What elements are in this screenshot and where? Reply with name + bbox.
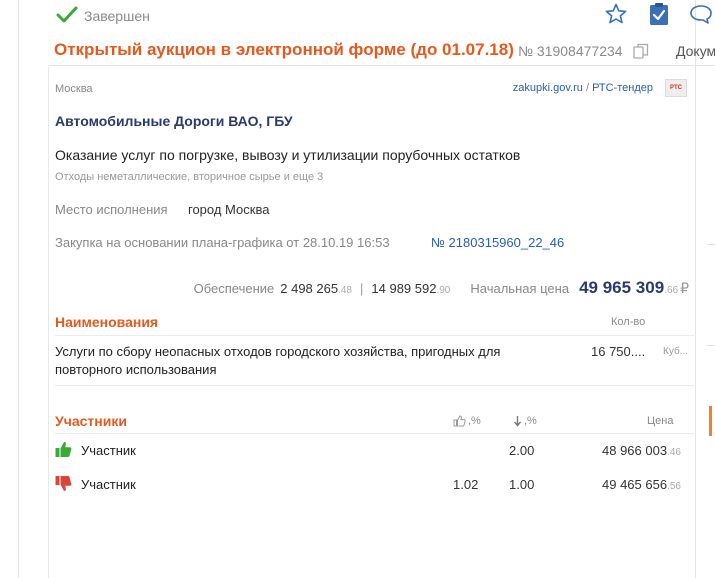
security-value: 2 498 265 [280, 281, 339, 296]
plan-label: Закупка на основании плана-графика от 28… [55, 235, 390, 250]
security-cents: .48 [338, 285, 352, 296]
scroll-indicator[interactable] [709, 406, 712, 436]
thumb-down-icon [55, 476, 72, 491]
star-icon[interactable] [605, 3, 627, 25]
participant-price: 48 966 003.46 [602, 443, 681, 458]
participant-price-int: 49 465 656 [602, 477, 668, 492]
purchase-subject: Оказание услуг по погрузке, вывозу и ути… [55, 147, 521, 163]
right-divider [695, 0, 696, 578]
section-divider [55, 335, 696, 336]
source-separator: / [582, 82, 593, 94]
clipboard-check-icon[interactable] [649, 2, 669, 26]
finance-row: Обеспечение 2 498 265.48 | 14 989 592.90… [194, 278, 689, 298]
down-column-unit: ,% [524, 415, 537, 427]
okpd-category: Отходы неметаллические, вторичное сырье … [55, 171, 324, 183]
plan-number-link[interactable]: № 2180315960_22_46 [431, 235, 564, 250]
participant-name: Участник [81, 443, 136, 458]
item-name: Услуги по сбору неопасных отходов городс… [55, 344, 501, 377]
participant-price-int: 48 966 003 [602, 443, 668, 458]
city-label: Москва [55, 83, 93, 95]
tender-card: Москва zakupki.gov.ru / РТС-тендер РТС А… [48, 67, 696, 578]
side-tick [707, 345, 715, 346]
participant-name: Участник [81, 477, 136, 492]
chat-icon[interactable] [689, 4, 713, 24]
source-links: zakupki.gov.ru / РТС-тендер [513, 82, 653, 94]
documents-link[interactable]: Докум [676, 43, 715, 59]
arrow-down-icon [513, 416, 522, 427]
security-label: Обеспечение [193, 281, 275, 296]
thumb-up-icon [55, 442, 72, 457]
tender-title[interactable]: Открытый аукцион в электронной форме (до… [54, 40, 514, 60]
customer-name[interactable]: Автомобильные Дороги ВАО, ГБУ [55, 113, 293, 129]
participant-like-value: 1.02 [453, 477, 479, 492]
start-price-label: Начальная цена [470, 281, 570, 296]
participant-down-value: 2.00 [509, 443, 535, 458]
copy-icon[interactable] [633, 43, 649, 59]
item-unit: Куб... [663, 346, 688, 357]
participants-header: Участники [55, 413, 127, 429]
currency-sign: ₽ [680, 280, 689, 296]
value-separator: | [360, 281, 364, 296]
price-column-header: Цена [647, 415, 674, 427]
tender-title-bar: Открытый аукцион в электронной форме (до… [48, 38, 715, 66]
start-price-cents: .66 [664, 285, 679, 296]
qty-column-header: Кол-во [611, 316, 646, 328]
check-icon [56, 6, 78, 23]
tender-number: № 31908477234 [518, 43, 623, 59]
place-value: город Москва [188, 202, 270, 217]
thumb-up-icon [453, 415, 466, 427]
contract-security-value: 14 989 592 [371, 281, 437, 296]
platform-logo: РТС [665, 79, 687, 97]
side-tick [707, 244, 715, 245]
left-divider [18, 0, 19, 578]
participant-down-value: 1.00 [509, 477, 535, 492]
section-divider [55, 433, 696, 434]
status-bar: Завершен [48, 0, 715, 32]
contract-security-cents: .90 [436, 285, 451, 296]
source-site-link[interactable]: zakupki.gov.ru [513, 82, 583, 94]
participant-price: 49 465 656.56 [602, 477, 681, 492]
participant-price-cents: .46 [667, 447, 681, 458]
status-label: Завершен [84, 8, 150, 24]
source-platform-link[interactable]: РТС-тендер [592, 82, 653, 94]
like-column-header: ,% [453, 415, 481, 427]
item-qty: 16 750.... [591, 344, 646, 359]
down-column-header: ,% [513, 415, 537, 427]
participant-price-cents: .56 [667, 481, 681, 492]
items-header: Наименования [55, 314, 159, 330]
start-price-value: 49 965 309 [579, 278, 665, 297]
like-column-unit: ,% [468, 415, 481, 427]
place-label: Место исполнения [55, 202, 168, 217]
section-divider [55, 385, 696, 386]
